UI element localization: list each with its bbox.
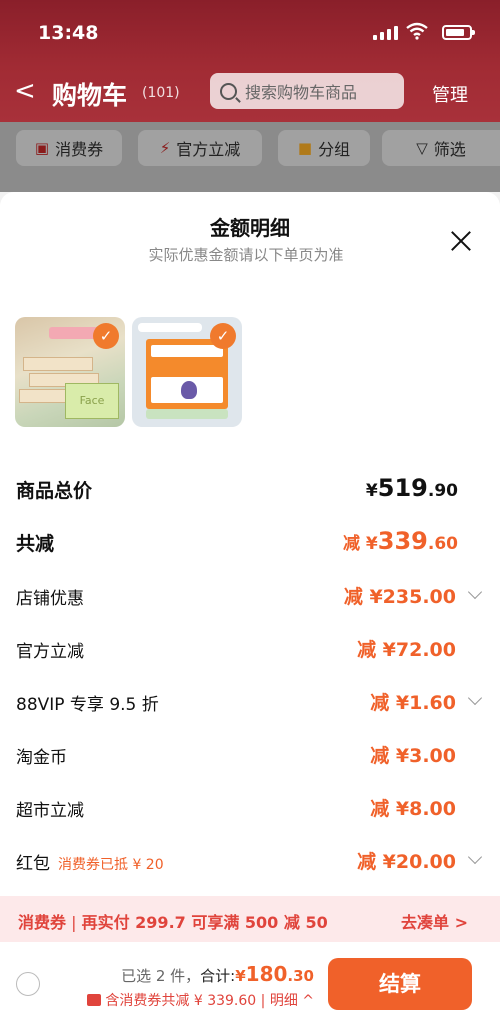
- discount-value: 减 ¥235.00: [343, 586, 456, 608]
- chip-official-discount[interactable]: ⚡ 官方立减: [138, 130, 262, 166]
- checkmark-icon: ✓: [93, 323, 119, 349]
- total-price-label: 商品总价: [16, 480, 93, 502]
- add-items-link[interactable]: 去凑单 >: [401, 909, 468, 933]
- chevron-down-icon[interactable]: [467, 584, 483, 600]
- discount-value: 减 ¥8.00: [370, 798, 456, 820]
- savings-detail-toggle[interactable]: 含消费券共减 ¥ 339.60 | 明细 ^: [87, 990, 314, 1010]
- discount-row-official: 官方立减 减 ¥72.00: [0, 635, 500, 665]
- coupon-promo-bar[interactable]: 消费券 | 再实付 299.7 可享满 500 减 50 去凑单 >: [0, 896, 500, 942]
- product-image-detail: [138, 323, 202, 332]
- folder-icon: ■: [297, 139, 313, 157]
- ticket-icon: [87, 994, 102, 1006]
- discount-value: 减 ¥1.60: [370, 692, 456, 714]
- product-image-detail: [146, 409, 228, 419]
- chip-filter[interactable]: ▽ 筛选: [382, 130, 500, 166]
- sheet-title: 金额明细: [210, 216, 290, 240]
- discount-label: 店铺优惠: [16, 589, 84, 609]
- redpacket-note: 消费券已抵 ¥ 20: [58, 857, 164, 873]
- sheet-subtitle: 实际优惠金额请以下单页为准: [148, 246, 344, 264]
- discount-row-redpacket[interactable]: 红包 消费券已抵 ¥ 20 减 ¥20.00: [0, 847, 500, 877]
- close-icon[interactable]: [450, 230, 472, 252]
- chevron-down-icon[interactable]: [467, 690, 483, 706]
- discount-value: 减 ¥20.00: [357, 851, 456, 873]
- total-price-value: ¥519.90: [365, 474, 458, 502]
- manage-button[interactable]: 管理: [432, 81, 468, 107]
- chevron-down-icon[interactable]: [467, 849, 483, 865]
- discount-row-88vip[interactable]: 88VIP 专享 9.5 折 减 ¥1.60: [0, 688, 500, 718]
- discount-label: 红包 消费券已抵 ¥ 20: [16, 854, 164, 874]
- chip-label: 分组: [318, 140, 351, 159]
- total-price-row: 商品总价 ¥519.90: [0, 474, 500, 504]
- checkmark-icon: ✓: [210, 323, 236, 349]
- chip-coupon[interactable]: ▣ 消费券: [16, 130, 122, 166]
- chip-label: 筛选: [433, 140, 466, 159]
- chip-label: 官方立减: [176, 140, 241, 159]
- discount-value: 减 ¥3.00: [370, 745, 456, 767]
- discount-row-taojinbi: 淘金币 减 ¥3.00: [0, 741, 500, 771]
- product-image-detail: [23, 357, 93, 371]
- lightning-icon: ⚡: [159, 139, 171, 157]
- ticket-icon: ▣: [34, 139, 50, 157]
- discount-row-shop[interactable]: 店铺优惠 减 ¥235.00: [0, 582, 500, 612]
- product-image-detail: [146, 339, 228, 409]
- discount-label: 官方立减: [16, 642, 84, 662]
- discount-label: 超市立减: [16, 801, 84, 821]
- selection-summary: 已选 2 件，合计:¥180.30: [121, 962, 314, 986]
- product-thumbnail[interactable]: Face ✓: [15, 317, 125, 427]
- chip-label: 消费券: [55, 140, 104, 159]
- product-thumbnail[interactable]: ✓: [132, 317, 242, 427]
- coupon-promo-text: 消费券 | 再实付 299.7 可享满 500 减 50: [18, 913, 328, 932]
- search-placeholder: 搜索购物车商品: [245, 83, 358, 102]
- discount-total-value: 减 ¥339.60: [343, 527, 458, 555]
- status-time: 13:48: [38, 22, 99, 44]
- discount-value: 减 ¥72.00: [357, 639, 456, 661]
- checkout-button[interactable]: 结算: [328, 958, 472, 1010]
- funnel-icon: ▽: [416, 139, 428, 157]
- page-title: 购物车: [52, 81, 128, 110]
- search-input[interactable]: 搜索购物车商品: [210, 73, 404, 109]
- discount-total-label: 共减: [16, 533, 55, 555]
- status-bar: 13:48: [0, 0, 500, 64]
- battery-icon: [442, 25, 475, 40]
- product-image-detail: Face: [65, 383, 119, 419]
- discount-label: 淘金币: [16, 748, 67, 768]
- back-icon[interactable]: <: [14, 76, 36, 106]
- navbar: < 购物车 (101) 搜索购物车商品 管理: [0, 64, 500, 120]
- discount-total-row: 共减 减 ¥339.60: [0, 527, 500, 557]
- cellular-signal-icon: [373, 26, 398, 40]
- amount-detail-sheet: 金额明细 实际优惠金额请以下单页为准 Face ✓ ✓ 商品总价 ¥519.90…: [0, 192, 500, 1018]
- search-icon: [220, 82, 237, 100]
- chip-group[interactable]: ■ 分组: [278, 130, 370, 166]
- select-all-radio[interactable]: [16, 972, 40, 996]
- wifi-icon: [406, 22, 428, 40]
- discount-row-supermarket: 超市立减 减 ¥8.00: [0, 794, 500, 824]
- discount-label: 88VIP 专享 9.5 折: [16, 695, 159, 715]
- checkout-bar: 已选 2 件，合计:¥180.30 含消费券共减 ¥ 339.60 | 明细 ^…: [0, 942, 500, 1018]
- filter-bar: ▣ 消费券 ⚡ 官方立减 ■ 分组 ▽ 筛选: [0, 122, 500, 192]
- cart-count: (101): [142, 85, 180, 101]
